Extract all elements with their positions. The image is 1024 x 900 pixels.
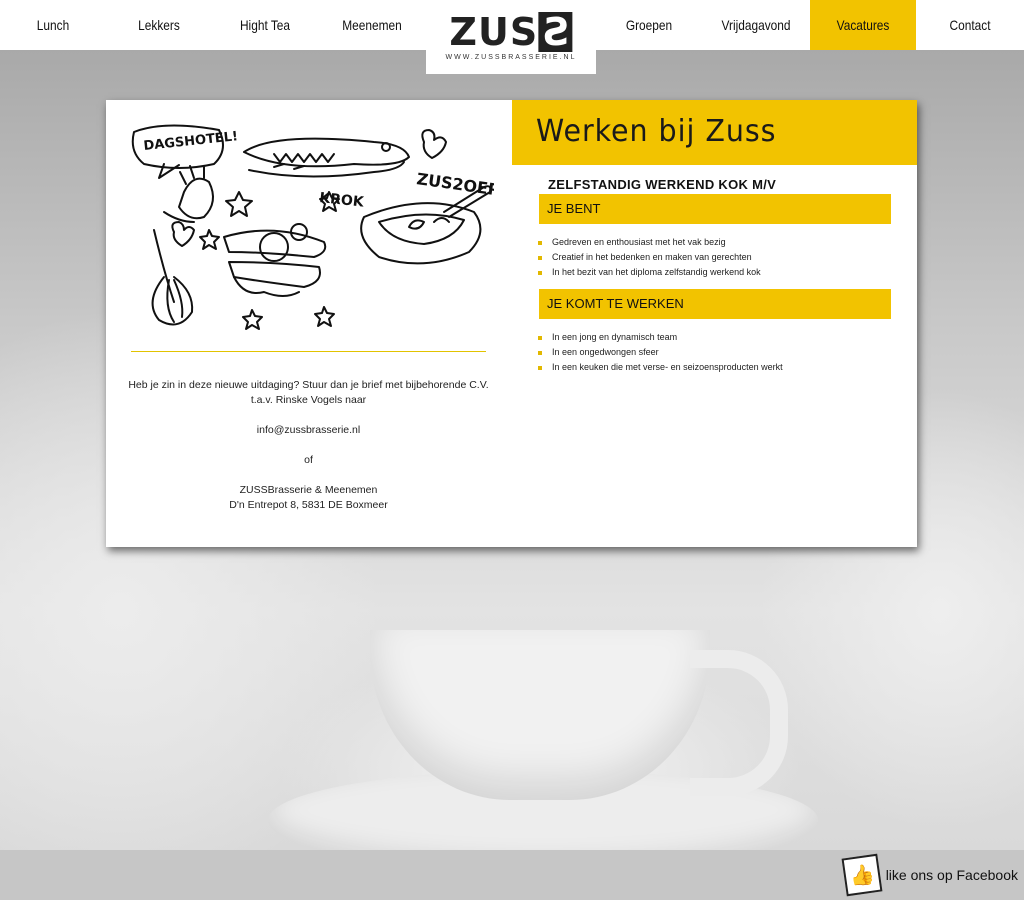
list-item: Creatief in het bedenken en maken van ge… xyxy=(534,250,894,265)
list-je-komt-te-werken: In een jong en dynamisch team In een ong… xyxy=(534,330,894,375)
doodle-speech-text: DAGSHOTEL! xyxy=(143,129,239,154)
site-logo[interactable]: ZUSS WWW.ZUSSBRASSERIE.NL xyxy=(426,0,596,74)
contact-info: Heb je zin in deze nieuwe uitdaging? Stu… xyxy=(126,378,491,513)
food-doodle-illustration: DAGSHOTEL! KROK ZUS2OEP xyxy=(131,124,494,330)
nav-hight-tea[interactable]: Hight Tea xyxy=(220,0,310,50)
nav-lunch[interactable]: Lunch xyxy=(8,0,98,50)
nav-meenemen[interactable]: Meenemen xyxy=(326,0,418,50)
thumbs-up-icon: 👍 xyxy=(841,853,883,897)
contact-intro: Heb je zin in deze nieuwe uitdaging? Stu… xyxy=(128,379,489,406)
logo-url: WWW.ZUSSBRASSERIE.NL xyxy=(445,54,577,61)
teacup-handle xyxy=(690,650,788,796)
nav-vacatures-label: Vacatures xyxy=(836,17,890,33)
list-item: In een jong en dynamisch team xyxy=(534,330,894,345)
logo-box-letter: S xyxy=(538,10,573,54)
nav-vrijdagavond[interactable]: Vrijdagavond xyxy=(710,0,802,50)
section-je-bent: JE BENT xyxy=(539,194,891,224)
card-right: Werken bij Zuss ZELFSTANDIG WERKEND KOK … xyxy=(512,100,917,547)
contact-email-link[interactable]: info@zussbrasserie.nl xyxy=(257,424,360,436)
facebook-like-label: like ons op Facebook xyxy=(885,867,1018,883)
sandwich xyxy=(223,229,327,258)
card-left: DAGSHOTEL! KROK ZUS2OEP Heb je zin in de… xyxy=(106,100,512,547)
nav-contact[interactable]: Contact xyxy=(924,0,1016,50)
logo-text: ZUS xyxy=(449,10,539,54)
list-item: In een keuken die met verse- en seizoens… xyxy=(534,360,894,375)
facebook-like-link[interactable]: 👍 like ons op Facebook xyxy=(841,853,1018,897)
logo-mark: ZUSS xyxy=(426,10,596,54)
vacancy-header: Werken bij Zuss xyxy=(512,100,917,165)
list-item: In een ongedwongen sfeer xyxy=(534,345,894,360)
contact-company: ZUSSBrasserie & Meenemen xyxy=(239,484,378,496)
contact-or: of xyxy=(304,454,313,466)
list-item: Gedreven en enthousiast met het vak bezi… xyxy=(534,235,894,250)
soup-bowl xyxy=(360,202,482,265)
nav-vacatures[interactable]: Vacatures xyxy=(810,0,916,50)
page-title: Werken bij Zuss xyxy=(536,114,777,149)
job-title: ZELFSTANDIG WERKEND KOK M/V xyxy=(548,177,777,192)
vacancy-card: DAGSHOTEL! KROK ZUS2OEP Heb je zin in de… xyxy=(106,100,917,547)
divider-line xyxy=(131,351,486,352)
nav-lekkers[interactable]: Lekkers xyxy=(114,0,204,50)
section-je-komt-te-werken: JE KOMT TE WERKEN xyxy=(539,289,891,319)
list-je-bent: Gedreven en enthousiast met het vak bezi… xyxy=(534,235,894,280)
nav-groepen[interactable]: Groepen xyxy=(604,0,694,50)
doodle-croc-text: KROK xyxy=(319,190,366,211)
doodle-soup-text: ZUS2OEP xyxy=(415,169,494,199)
contact-address: D'n Entrepot 8, 5831 DE Boxmeer xyxy=(229,499,388,511)
list-item: In het bezit van het diploma zelfstandig… xyxy=(534,265,894,280)
